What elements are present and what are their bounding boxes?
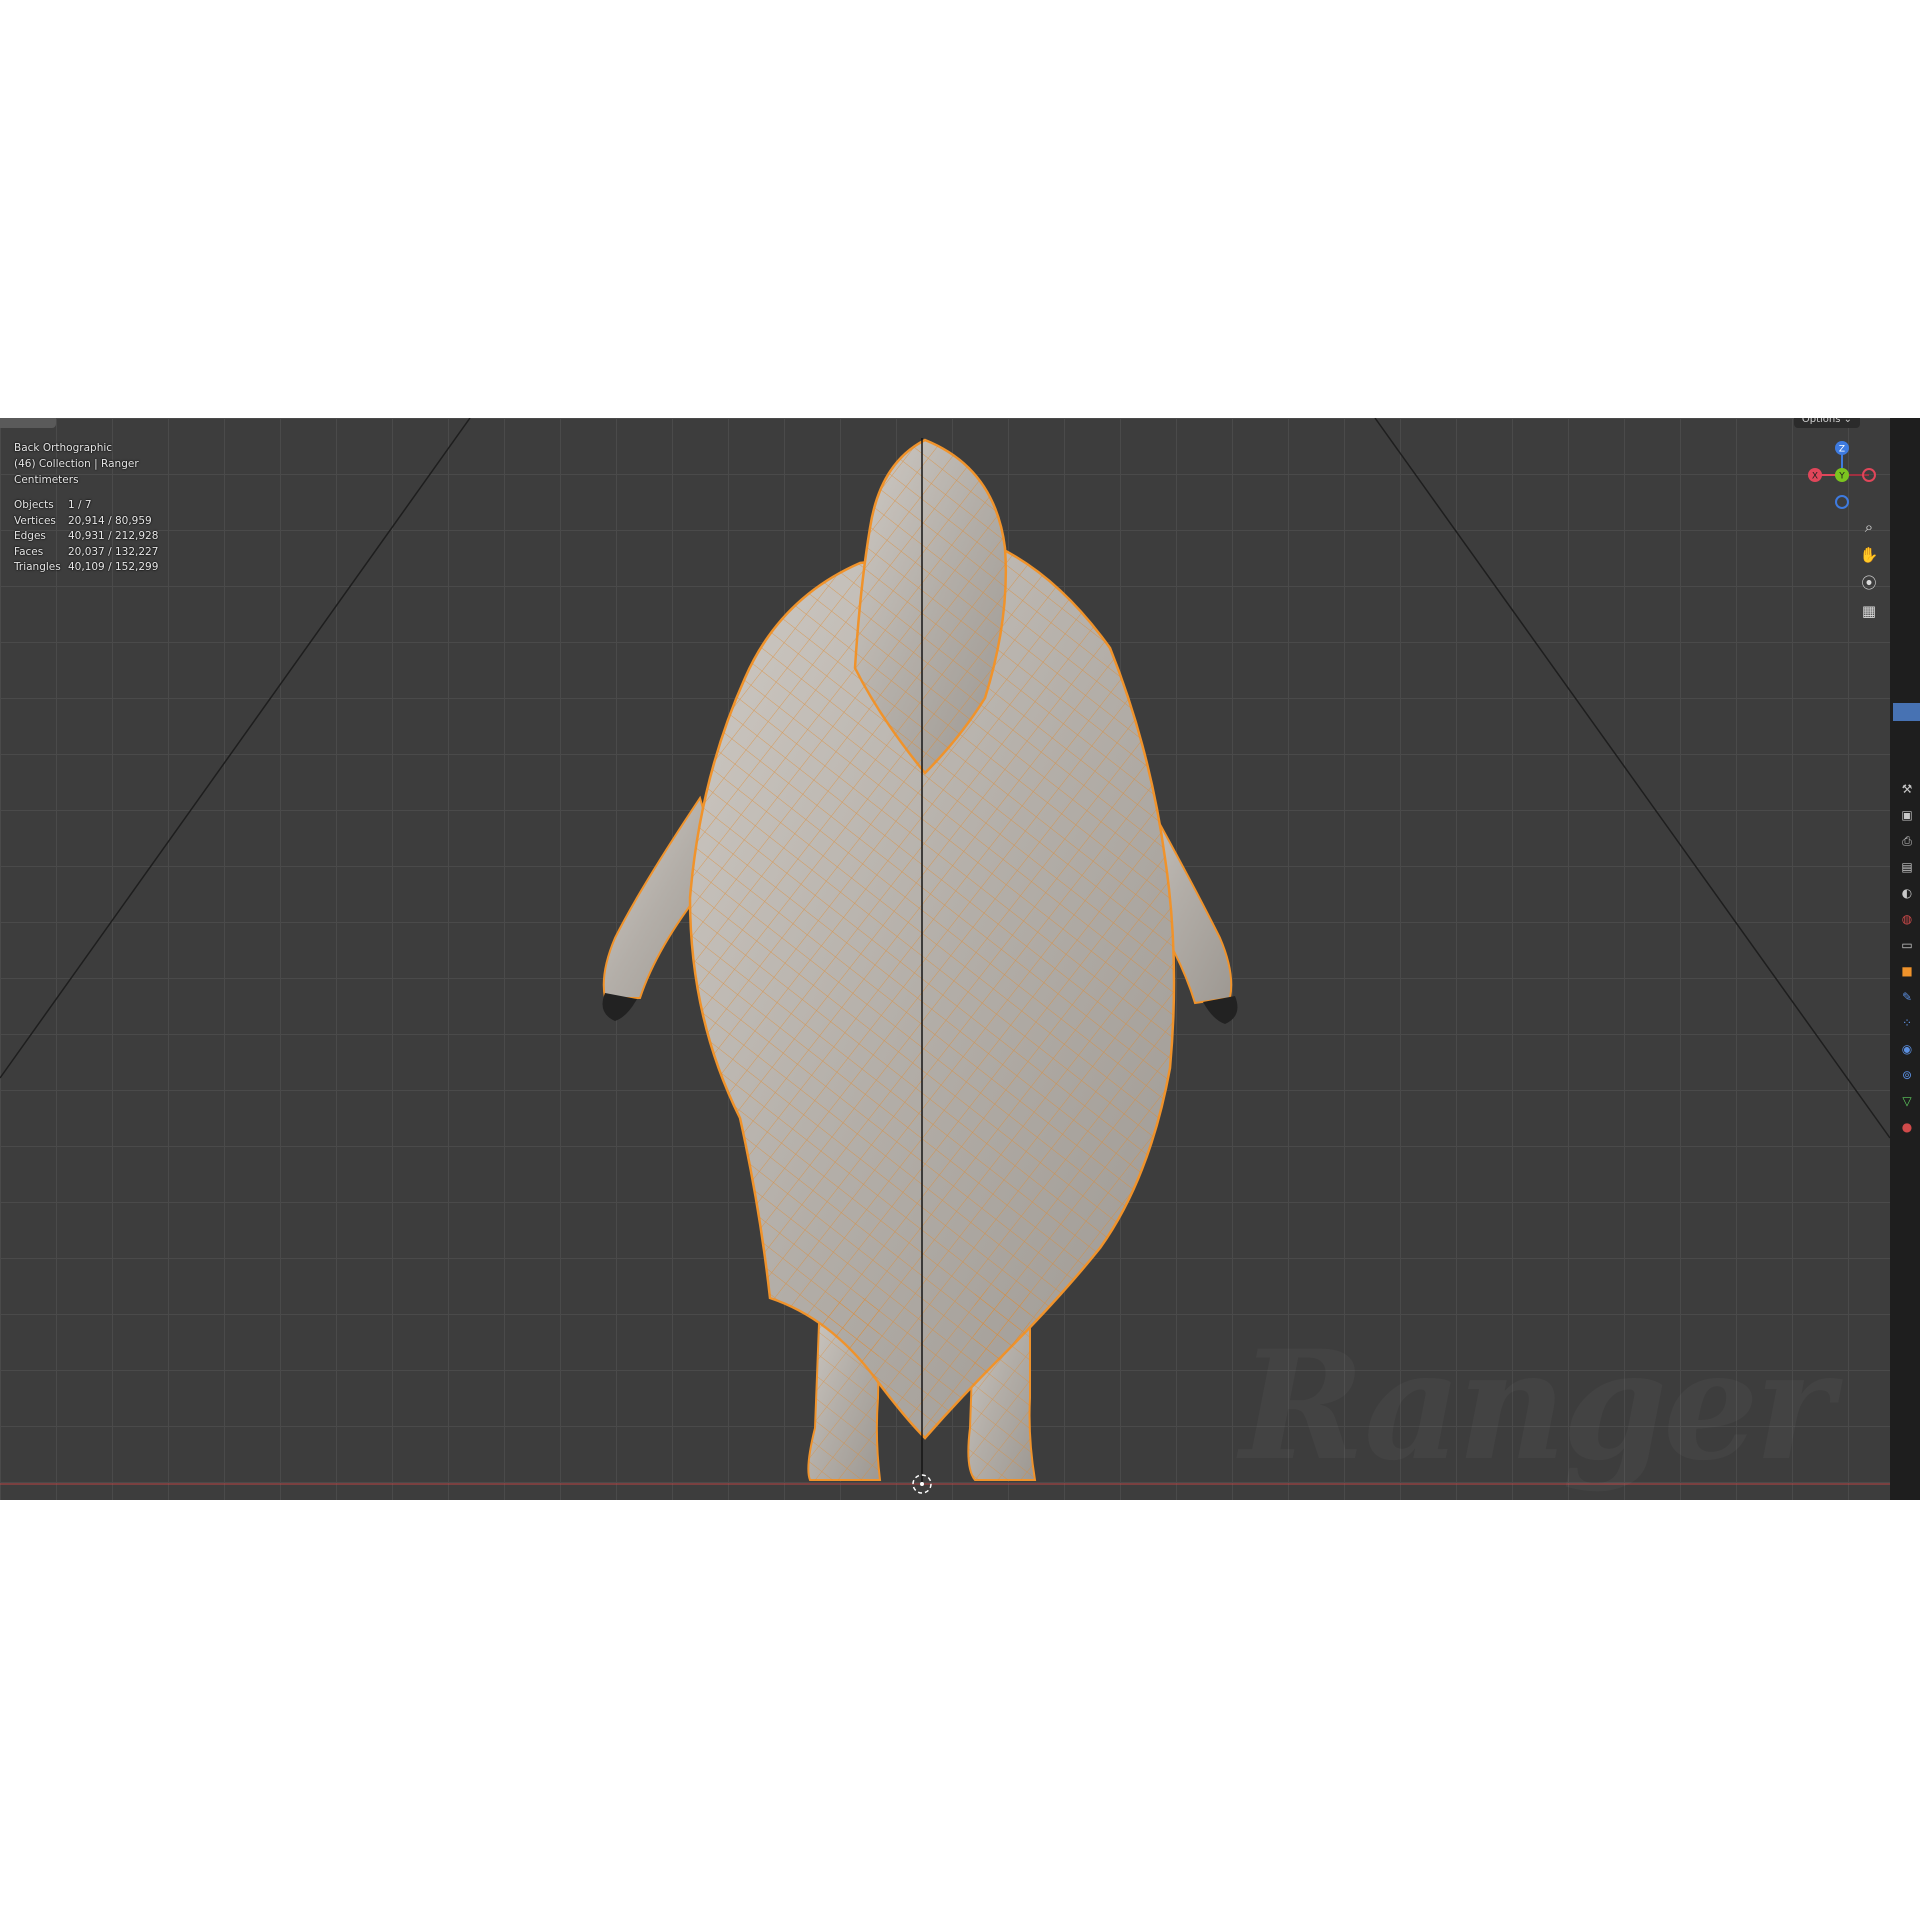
stats-table: Objects 1 / 7 Vertices 20,914 / 80,959 Edg… — [14, 498, 158, 576]
collection-info: (46) Collection | Ranger — [14, 458, 139, 470]
options-button[interactable]: Options ⌄ — [1793, 418, 1860, 428]
view-name: Back Orthographic — [14, 442, 113, 454]
output-icon[interactable]: ⎙ — [1896, 830, 1918, 852]
svg-text:Y: Y — [1838, 472, 1845, 482]
physics-icon[interactable]: ◉ — [1896, 1038, 1918, 1060]
zoom-icon[interactable]: ⌕ — [1856, 514, 1882, 540]
ranger-model[interactable] — [602, 438, 1238, 1481]
units-label: Centimeters — [14, 474, 79, 486]
3d-viewport[interactable]: Ranger Options ⌄ Back Orthographic (46) … — [0, 418, 1920, 1500]
viewport-overlay-stats: Back Orthographic (46) Collection | Rang… — [14, 440, 158, 576]
data-icon[interactable]: ▽ — [1896, 1090, 1918, 1112]
watermark-logo: Ranger — [1240, 1318, 1830, 1494]
stats-row-vertices: Vertices 20,914 / 80,959 — [14, 514, 152, 527]
gizmo-neg-z — [1835, 495, 1849, 509]
stats-row-edges: Edges 40,931 / 212,928 — [14, 530, 159, 542]
tool-icon[interactable]: ⚒ — [1896, 778, 1918, 800]
camera-frustum-right — [1374, 418, 1890, 1139]
camera-icon[interactable]: ⦿ — [1856, 570, 1882, 596]
material-icon[interactable]: ● — [1896, 1116, 1918, 1138]
render-icon[interactable]: ▣ — [1896, 804, 1918, 826]
scene-icon[interactable]: ◐ — [1896, 882, 1918, 904]
stats-row-triangles: Triangles 40,109 / 152,299 — [14, 561, 159, 573]
svg-text:Z: Z — [1839, 445, 1845, 455]
hand-pan-icon[interactable]: ✋ — [1856, 542, 1882, 568]
collection-icon[interactable]: ▭ — [1896, 934, 1918, 956]
particles-icon[interactable]: ⁘ — [1896, 1012, 1918, 1034]
navigation-gizmo[interactable]: Z X Y — [1805, 438, 1879, 512]
world-icon[interactable]: ◍ — [1896, 908, 1918, 930]
properties-editor-tabs: ⚒ ▣ ⎙ ▤ ◐ ◍ ▭ ■ ✎ ⁘ ◉ ⊚ ▽ ● — [1896, 778, 1918, 1142]
object-icon[interactable]: ■ — [1896, 960, 1918, 982]
stats-row-faces: Faces 20,037 / 132,227 — [14, 545, 159, 558]
modifier-icon[interactable]: ✎ — [1896, 986, 1918, 1008]
grid-icon[interactable]: ▦ — [1856, 598, 1882, 624]
sidebar-tab-active[interactable] — [1893, 703, 1920, 721]
constraints-icon[interactable]: ⊚ — [1896, 1064, 1918, 1086]
stats-row-objects: Objects 1 / 7 — [14, 499, 92, 511]
header-toolbar-stub[interactable] — [0, 418, 56, 428]
view-layer-icon[interactable]: ▤ — [1896, 856, 1918, 878]
svg-text:X: X — [1812, 472, 1818, 482]
